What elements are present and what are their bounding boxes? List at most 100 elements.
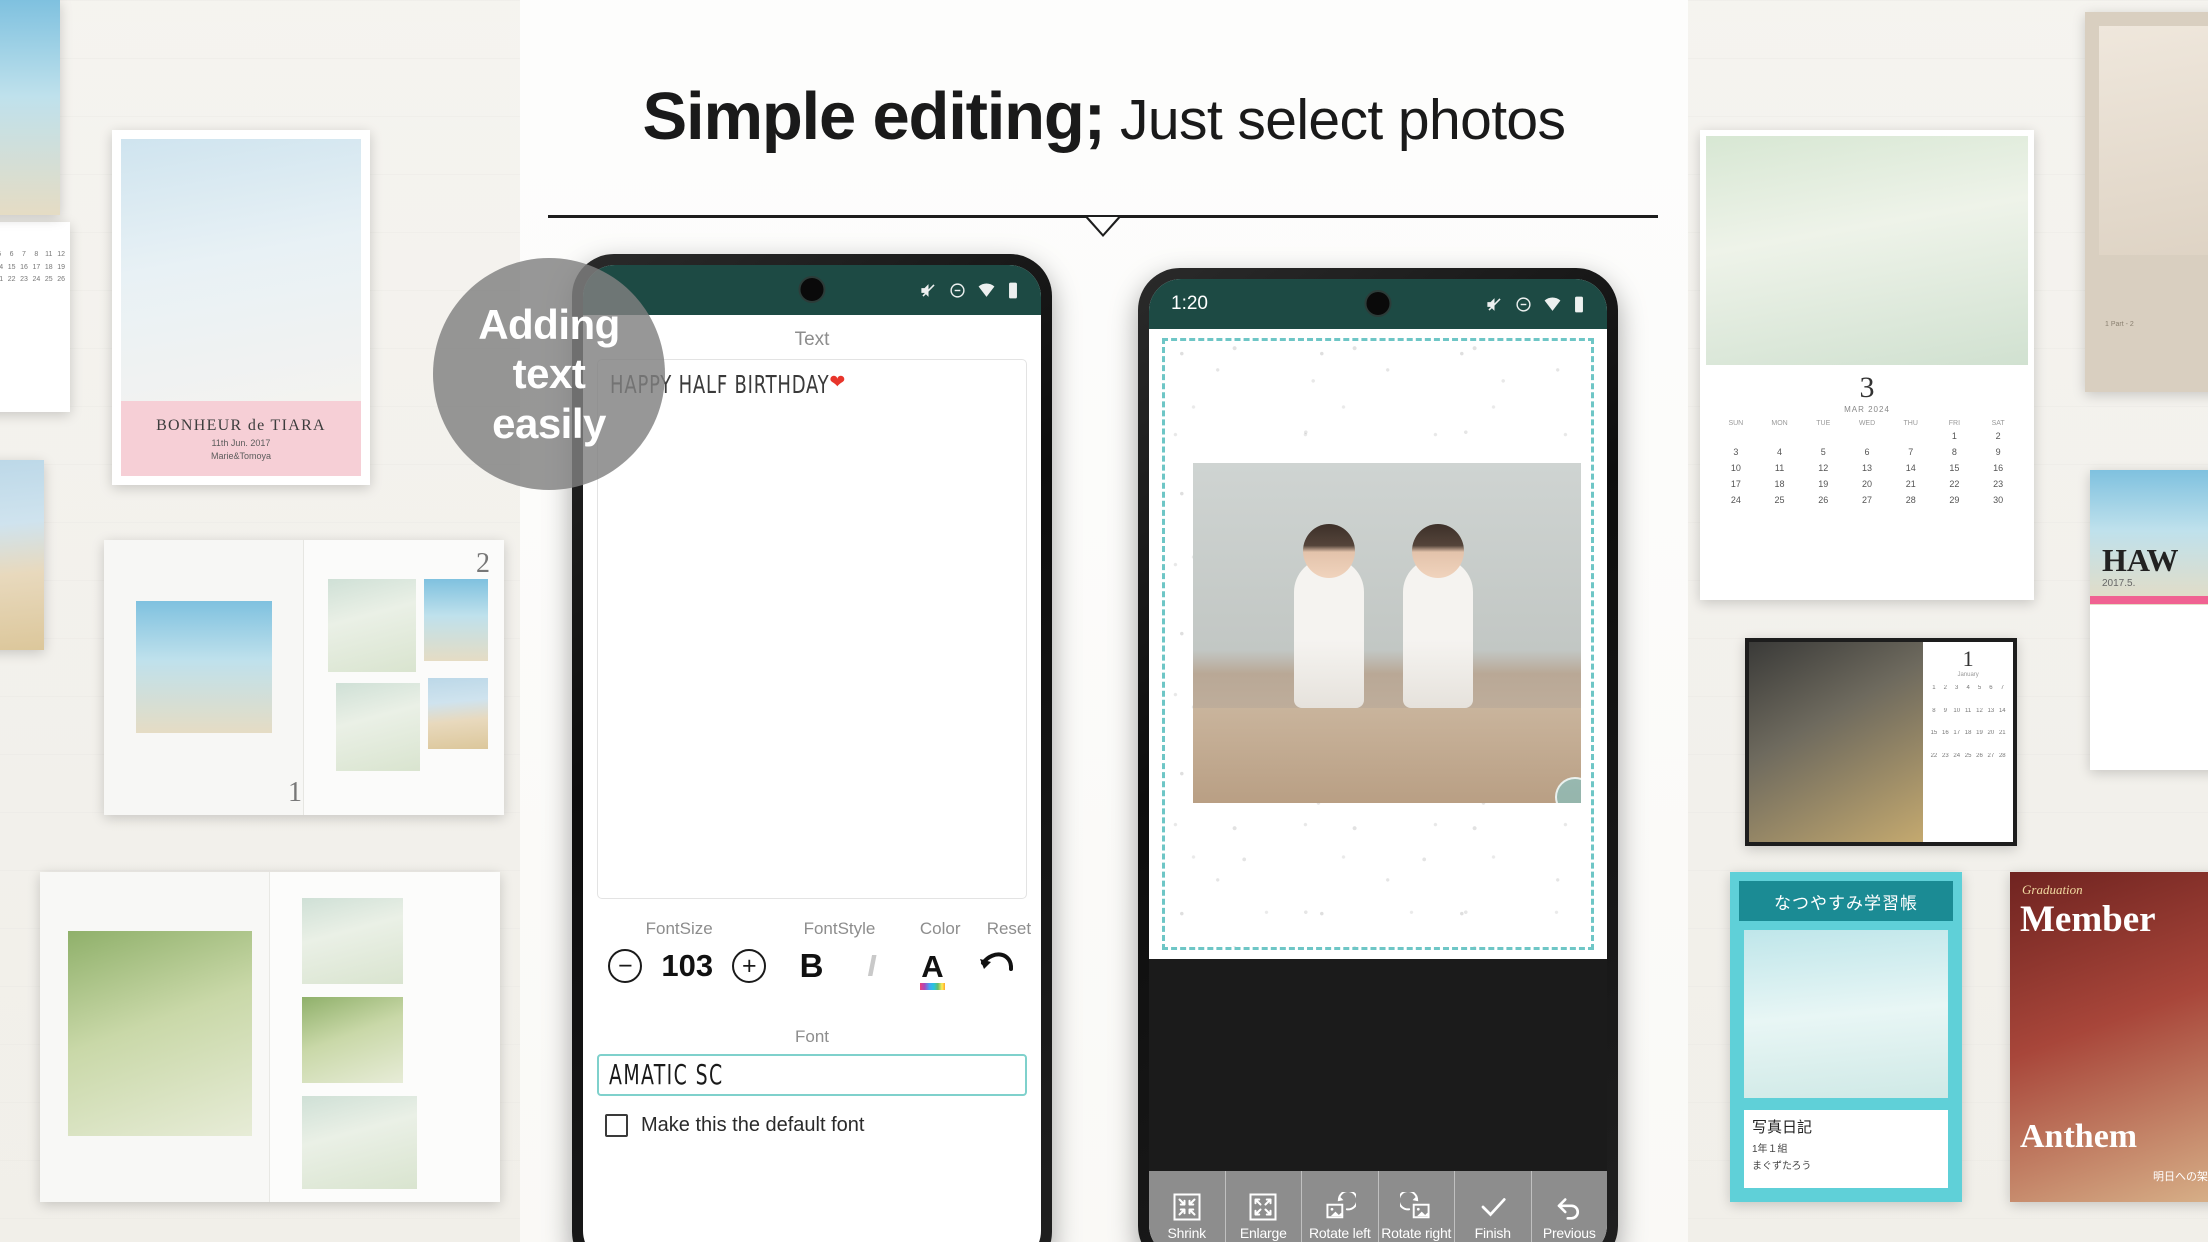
previous-button[interactable]: Previous [1532,1171,1608,1242]
calendar-weekday: FRI [1948,420,1961,427]
finish-label: Finish [1474,1224,1511,1241]
photo-subject [1293,557,1364,708]
divider-notch-inner [1088,217,1118,234]
shrink-button[interactable]: Shrink [1149,1171,1226,1242]
font-input[interactable]: AMATIC SC [597,1054,1027,1096]
default-font-checkbox[interactable] [605,1114,628,1137]
book-sub: Anthem [2020,1118,2138,1155]
album-page-number-right: 2 [476,548,490,579]
calendar-weekday: THU [1903,420,1918,427]
default-font-checkbox-row[interactable]: Make this the default font [605,1114,1041,1137]
book-subtitle-1: 11th Jun. 2017 [211,437,271,448]
default-font-checkbox-label: Make this the default font [641,1114,865,1136]
headline-bold: Simple editing; [642,79,1106,154]
calendar-month-number: 1 [1962,646,1974,671]
calendar-weekday: SAT [1991,420,2005,427]
status-time: 1:20 [1171,293,1208,314]
editor-toolbar: Shrink Enlarge Rotate left Rotate right … [1149,1171,1607,1242]
control-labels-row: FontSize FontStyle Color Reset [583,919,1041,939]
shrink-label: Shrink [1167,1224,1207,1241]
page-title: Simple editing; Just select photos [0,78,2208,155]
product-left-edge-photo-2 [0,460,44,650]
mute-icon [1487,297,1501,311]
book-title: BONHEUR de TIARA [156,416,326,434]
badge-line-2: text [512,350,586,398]
reset-button[interactable] [978,951,1016,981]
album-page-number-left: 1 [288,777,302,808]
product-wedding-photo-book: BONHEUR de TIARA 11th Jun. 2017 Marie&To… [112,130,370,485]
calendar-weekday: TUE [1816,420,1831,427]
finish-button[interactable]: Finish [1455,1171,1532,1242]
italic-button[interactable]: I [867,948,876,984]
heart-emoji: ❤ [829,372,846,393]
rotate-left-label: Rotate left [1308,1224,1371,1241]
product-left-edge-calendar: 456781112 13141516171819 20212223242526 [0,222,70,412]
feature-badge: Adding text easily [433,258,665,490]
undo-icon [1557,1197,1580,1220]
badge-line-1: Adding [478,300,620,348]
font-input-value: AMATIC SC [609,1059,724,1091]
shrink-icon [1173,1193,1201,1220]
rotate-right-icon [1400,1191,1430,1218]
headline-light: Just select photos [1104,88,1566,152]
photo-placement-frame[interactable] [1162,338,1594,950]
photo-subject [1402,557,1473,708]
calendar-grid: 456781112 13141516171819 20212223242526 [0,251,66,283]
calendar-month-number: 3 [1859,371,1875,404]
product-desk-calendar-food: 1 January 1234567 8 9 10 11 12 13 14 15 16 17 18 1… [1745,638,2017,846]
dnd-icon [1516,296,1531,312]
color-spectrum-bar [920,982,945,990]
product-hawaii-photo-book: HAW 2017.5. [2090,470,2208,770]
calendar-month-label: MAR 2024 [1844,405,1890,414]
battery-icon [1009,282,1017,298]
book-kicker: Graduation [2022,882,2083,897]
status-bar-left [583,265,1041,315]
fontstyle-label: FontStyle [803,919,876,938]
rotate-left-button[interactable]: Rotate left [1302,1171,1379,1242]
color-button[interactable]: A [920,948,945,990]
book-title: なつやすみ学習帳 [1774,893,1918,913]
enlarge-icon [1249,1193,1277,1220]
wifi-icon [978,283,995,297]
fontsize-value: 103 [661,948,714,983]
product-summer-study-book: なつやすみ学習帳 写真日記 1年１組 まぐずたろう [1730,872,1962,1202]
bold-button[interactable]: B [800,947,824,985]
camera-hole-icon [1364,290,1392,317]
phone-screen-right: 1:20 Shrink Enlarge Rotate left Rotate r… [1149,279,1607,1242]
rotate-left-icon [1326,1191,1356,1218]
rotate-right-button[interactable]: Rotate right [1379,1171,1455,1242]
enlarge-label: Enlarge [1239,1224,1287,1241]
previous-label: Previous [1542,1224,1596,1241]
phone-mockup-photo-editor: 1:20 Shrink Enlarge Rotate left Rotate r… [1138,268,1618,1242]
badge-line-3: easily [492,399,606,447]
book-subtitle-2: 1年１組 [1752,1144,1788,1155]
check-icon [1481,1197,1506,1216]
color-letter-a: A [921,948,944,984]
product-wall-calendar-sakura: 3 MAR 2024 SUN MON TUE WED THU FRI SAT 1… [1700,130,2034,600]
product-le-journal-book: 1 Part - 2 [2085,12,2208,392]
decrease-fontsize-button[interactable]: − [608,949,643,983]
increase-fontsize-button[interactable]: + [732,949,767,983]
control-buttons-row: − 103 + B I A [583,947,1041,990]
status-icons-right [1485,295,1585,314]
wifi-icon [1544,297,1561,311]
book-sub: 2017.5. [2102,578,2136,589]
status-bar-right: 1:20 [1149,279,1607,329]
placed-photo[interactable] [1193,463,1581,803]
calendar-month-label: January [1957,672,1979,678]
book-subtitle-3: まぐずたろう [1752,1161,1812,1172]
calendar-weekday: MON [1771,420,1788,427]
text-input[interactable]: HAPPY HALF BIRTHDAY❤ [597,359,1027,899]
reset-label: Reset [986,919,1032,938]
status-icons-left [919,281,1019,300]
editor-empty-area [1149,959,1607,1195]
camera-hole-icon [798,276,826,303]
headline-divider [548,215,1658,243]
dnd-icon [950,282,965,298]
calendar-weekday: SUN [1728,420,1744,427]
book-title: HAW [2102,542,2179,578]
product-open-album-garden [40,872,500,1202]
enlarge-button[interactable]: Enlarge [1226,1171,1302,1242]
photo-canvas-area[interactable] [1149,329,1607,959]
rotate-right-label: Rotate right [1381,1224,1452,1241]
